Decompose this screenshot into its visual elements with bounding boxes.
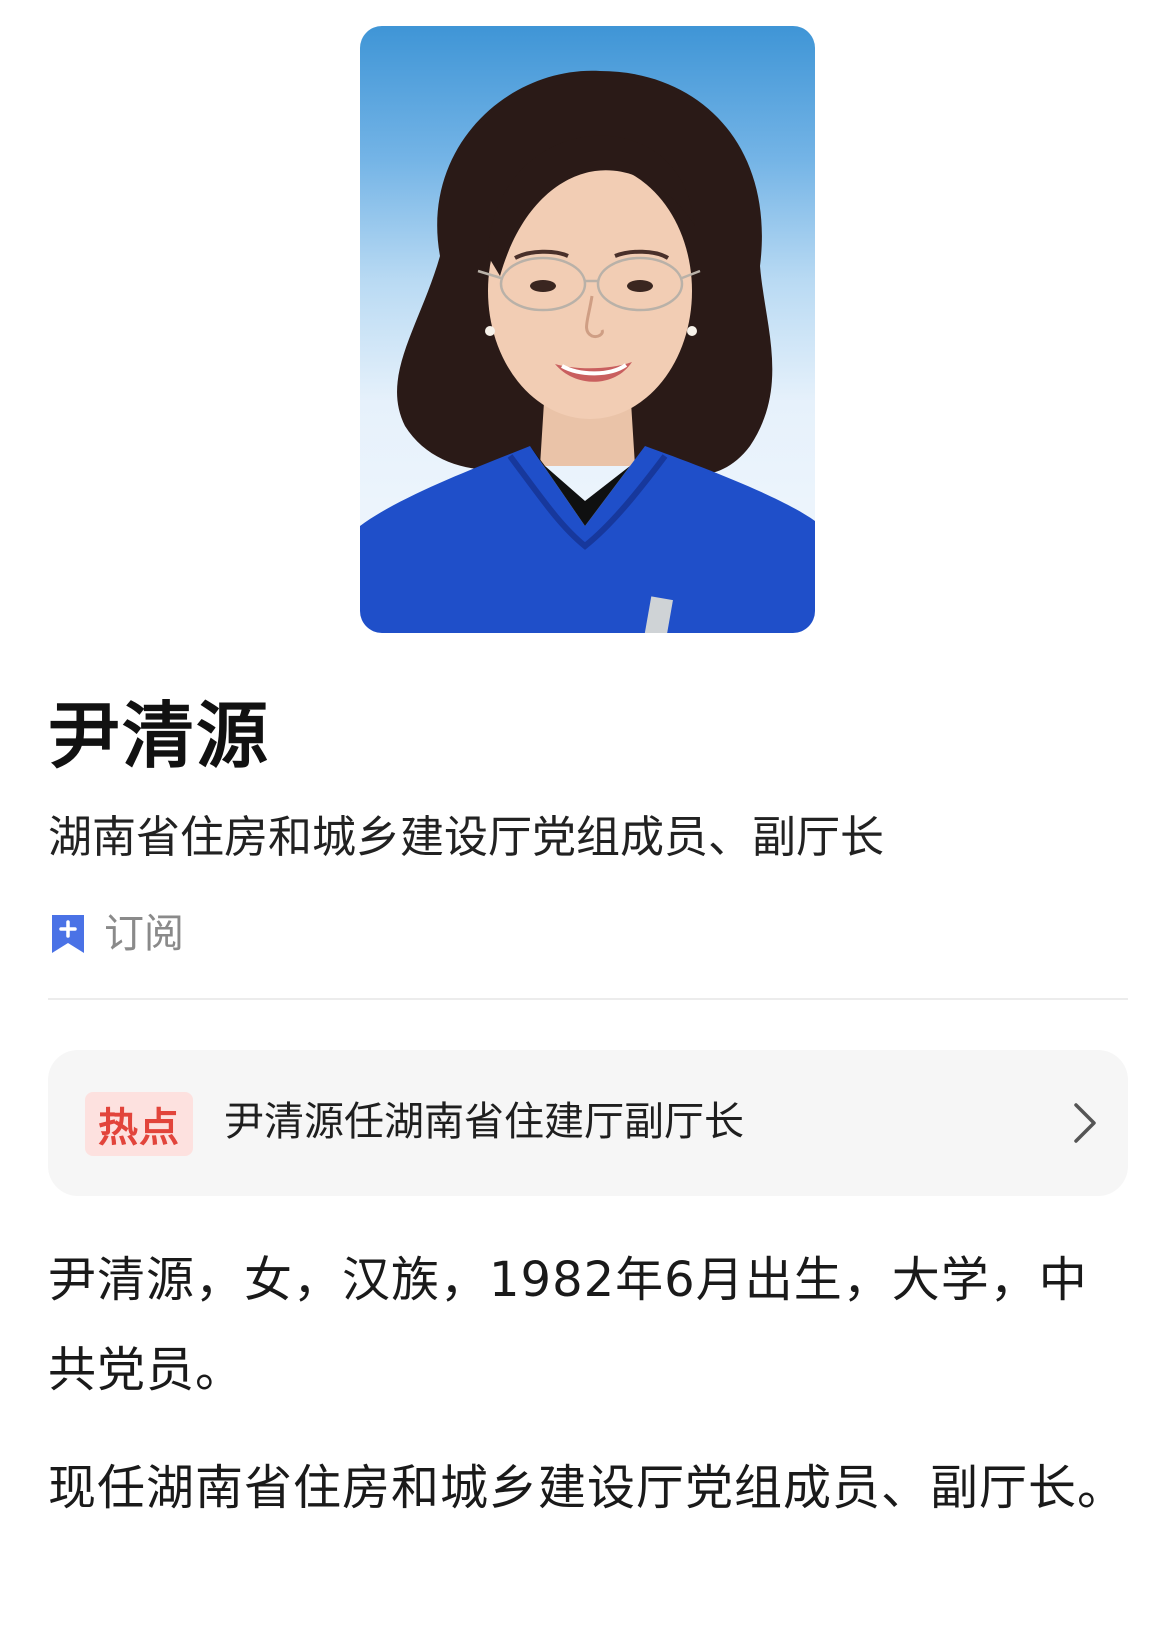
subscribe-label: 订阅 <box>104 911 184 957</box>
portrait-photo <box>360 26 815 633</box>
hot-badge: 热点 <box>85 1092 193 1156</box>
person-name: 尹清源 <box>48 694 271 778</box>
chevron-right-icon <box>1074 1103 1096 1143</box>
portrait-illustration <box>360 70 815 633</box>
hot-news-text: 尹清源任湖南省住建厅副厅长 <box>224 1099 744 1145</box>
bookmark-plus-icon <box>52 915 84 953</box>
profile-page: 尹清源 湖南省住房和城乡建设厅党组成员、副厅长 订阅 热点 尹清源任湖南省住建厅… <box>0 0 1170 1645</box>
subscribe-button[interactable]: 订阅 <box>50 910 184 958</box>
divider <box>48 998 1128 1000</box>
bio-paragraph-1: 尹清源，女，汉族，1982年6月出生，大学，中共党员。 <box>48 1252 1088 1398</box>
hot-news-card[interactable]: 热点 尹清源任湖南省住建厅副厅长 <box>48 1050 1128 1196</box>
person-title: 湖南省住房和城乡建设厅党组成员、副厅长 <box>48 812 884 863</box>
bio-paragraph-2: 现任湖南省住房和城乡建设厅党组成员、副厅长。 <box>48 1460 1127 1516</box>
